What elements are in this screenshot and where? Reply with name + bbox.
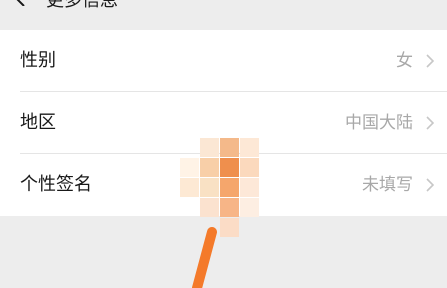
chevron-left-icon[interactable] [14,0,28,6]
row-value: 中国大陆 [345,113,413,133]
chevron-right-icon [426,54,434,68]
row-value: 未填写 [362,175,413,195]
row-value: 女 [396,51,413,71]
chevron-right-icon [426,116,434,130]
row-gender[interactable]: 性别 女 [0,30,447,92]
row-label: 个性签名 [20,174,92,195]
pixelated-highlight [180,138,270,237]
row-label: 性别 [20,50,56,71]
row-label: 地区 [20,112,56,133]
chevron-right-icon [426,178,434,192]
top-bar: 更多信息 [0,0,447,30]
page-title: 更多信息 [46,0,118,11]
